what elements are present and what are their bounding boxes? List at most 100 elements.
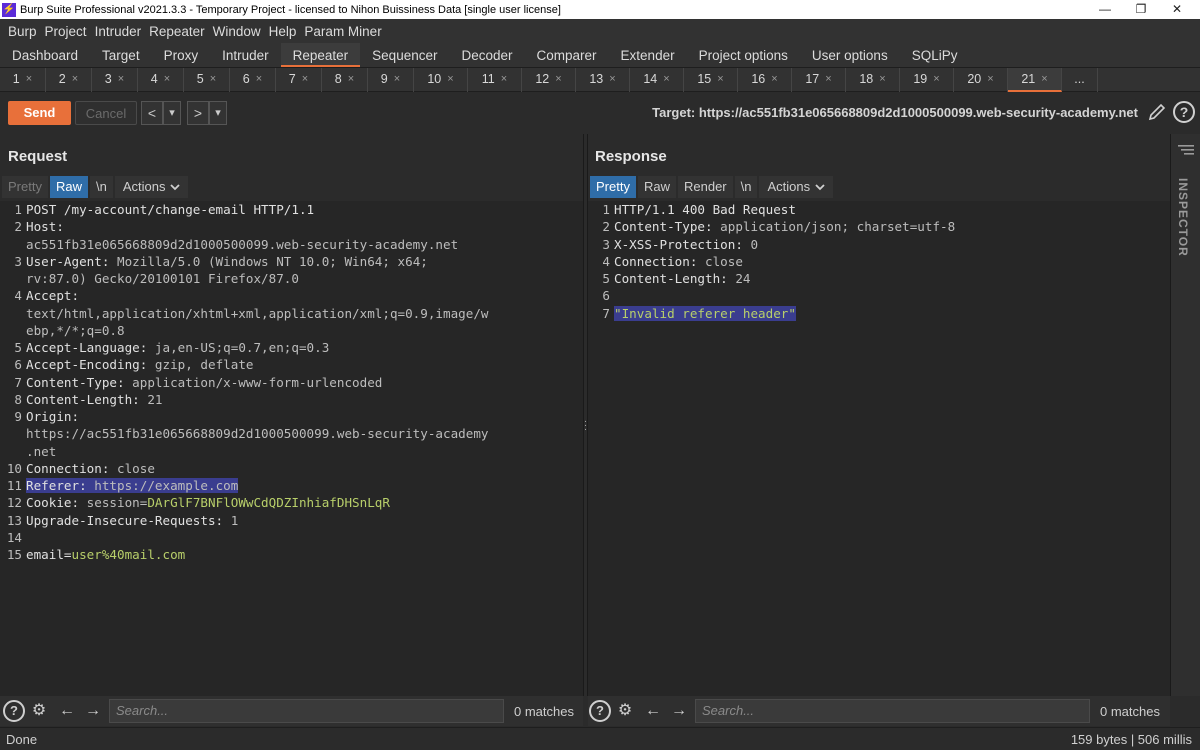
request-search-settings-gear-icon[interactable]: ⚙ bbox=[28, 700, 50, 722]
response-search-previous-arrow-icon[interactable]: ← bbox=[642, 700, 664, 722]
tab-close-icon[interactable]: × bbox=[164, 68, 170, 92]
tab-comparer[interactable]: Comparer bbox=[525, 43, 609, 67]
tab-close-icon[interactable]: × bbox=[717, 68, 723, 92]
response-search-settings-gear-icon[interactable]: ⚙ bbox=[614, 700, 636, 722]
tab-close-icon[interactable]: × bbox=[118, 68, 124, 92]
repeater-tab-8[interactable]: 8 × bbox=[322, 68, 368, 92]
request-search-help-icon[interactable]: ? bbox=[3, 700, 25, 722]
response-tab-pretty[interactable]: Pretty bbox=[590, 176, 636, 198]
repeater-tab-2[interactable]: 2 × bbox=[46, 68, 92, 92]
repeater-tab-3[interactable]: 3 × bbox=[92, 68, 138, 92]
repeater-tab-16[interactable]: 16 × bbox=[738, 68, 792, 92]
tab-close-icon[interactable]: × bbox=[394, 68, 400, 92]
tab-close-icon[interactable]: × bbox=[609, 68, 615, 92]
tab-dashboard[interactable]: Dashboard bbox=[0, 43, 90, 67]
tab-close-icon[interactable]: × bbox=[447, 68, 453, 92]
close-window-button[interactable]: ✕ bbox=[1162, 0, 1192, 19]
menu-item-window[interactable]: Window bbox=[209, 24, 265, 39]
tab-close-icon[interactable]: × bbox=[933, 68, 939, 92]
maximize-button[interactable]: ❐ bbox=[1126, 0, 1156, 19]
code-token: Host: bbox=[26, 219, 64, 235]
send-button[interactable]: Send bbox=[8, 101, 71, 125]
cancel-button[interactable]: Cancel bbox=[75, 101, 137, 125]
response-search-next-arrow-icon[interactable]: → bbox=[668, 700, 690, 722]
response-tab-raw[interactable]: Raw bbox=[637, 176, 676, 198]
help-icon[interactable]: ? bbox=[1173, 101, 1195, 123]
tab-proxy[interactable]: Proxy bbox=[152, 43, 211, 67]
repeater-tab-9[interactable]: 9 × bbox=[368, 68, 414, 92]
tab-decoder[interactable]: Decoder bbox=[449, 43, 524, 67]
tab-close-icon[interactable]: × bbox=[987, 68, 993, 92]
tab-intruder[interactable]: Intruder bbox=[210, 43, 281, 67]
tab-close-icon[interactable]: × bbox=[256, 68, 262, 92]
request-search-next-arrow-icon[interactable]: → bbox=[82, 700, 104, 722]
tab-target[interactable]: Target bbox=[90, 43, 152, 67]
code-token: close bbox=[109, 460, 155, 476]
back-history-dropdown[interactable]: ▾ bbox=[163, 101, 181, 125]
request-search-previous-arrow-icon[interactable]: ← bbox=[56, 700, 78, 722]
minimize-button[interactable]: — bbox=[1090, 0, 1120, 19]
repeater-tab-14[interactable]: 14 × bbox=[630, 68, 684, 92]
tab-sqlipy[interactable]: SQLiPy bbox=[900, 43, 970, 67]
tab-close-icon[interactable]: × bbox=[555, 68, 561, 92]
tab-close-icon[interactable]: × bbox=[663, 68, 669, 92]
repeater-tab-13[interactable]: 13 × bbox=[576, 68, 630, 92]
tab-close-icon[interactable]: × bbox=[26, 68, 32, 92]
response-editor[interactable]: 1 HTTP/1.1 400 Bad Request 2 Content-Type: … bbox=[588, 201, 1170, 696]
menu-item-param-miner[interactable]: Param Miner bbox=[300, 24, 385, 39]
repeater-tab-5[interactable]: 5 × bbox=[184, 68, 230, 92]
repeater-tab-11[interactable]: 11 × bbox=[468, 68, 522, 92]
repeater-tab-19[interactable]: 19 × bbox=[900, 68, 954, 92]
menu-item-repeater[interactable]: Repeater bbox=[145, 24, 209, 39]
tab-close-icon[interactable]: × bbox=[1041, 68, 1047, 90]
request-editor[interactable]: 1 POST /my-account/change-email HTTP/1.1 2… bbox=[0, 201, 583, 696]
repeater-tab-6[interactable]: 6 × bbox=[230, 68, 276, 92]
tab-user-options[interactable]: User options bbox=[800, 43, 900, 67]
line-code: https://ac551fb31e065668809d2d1000500099… bbox=[26, 425, 489, 442]
tab-close-icon[interactable]: × bbox=[771, 68, 777, 92]
response-actions-dropdown[interactable]: Actions bbox=[759, 176, 834, 198]
request-tab-raw[interactable]: Raw bbox=[49, 176, 88, 198]
inspector-label[interactable]: INSPECTOR bbox=[1176, 178, 1190, 257]
tab-close-icon[interactable]: × bbox=[210, 68, 216, 92]
repeater-more-tabs[interactable]: ... bbox=[1062, 68, 1098, 92]
repeater-tab-20[interactable]: 20 × bbox=[954, 68, 1008, 92]
repeater-tab-7[interactable]: 7 × bbox=[276, 68, 322, 92]
tab-close-icon[interactable]: × bbox=[879, 68, 885, 92]
repeater-tab-12[interactable]: 12 × bbox=[522, 68, 576, 92]
request-tab-pretty[interactable]: Pretty bbox=[2, 176, 48, 198]
repeater-tab-15[interactable]: 15 × bbox=[684, 68, 738, 92]
tab-close-icon[interactable]: × bbox=[501, 68, 507, 92]
edit-target-pencil-icon[interactable] bbox=[1146, 101, 1168, 123]
request-tab-newline[interactable]: \n bbox=[89, 176, 113, 198]
forward-history-dropdown[interactable]: ▾ bbox=[209, 101, 227, 125]
forward-button[interactable]: > bbox=[187, 101, 209, 125]
tab-repeater[interactable]: Repeater bbox=[280, 43, 361, 67]
tab-close-icon[interactable]: × bbox=[348, 68, 354, 92]
repeater-tab-4[interactable]: 4 × bbox=[138, 68, 184, 92]
repeater-tab-18[interactable]: 18 × bbox=[846, 68, 900, 92]
response-tab-render[interactable]: Render bbox=[677, 176, 733, 198]
menu-item-burp[interactable]: Burp bbox=[4, 24, 41, 39]
repeater-tab-17[interactable]: 17 × bbox=[792, 68, 846, 92]
back-button[interactable]: < bbox=[141, 101, 163, 125]
menu-item-project[interactable]: Project bbox=[41, 24, 91, 39]
response-search-input[interactable]: Search... bbox=[695, 699, 1090, 723]
repeater-tab-1[interactable]: 1 × bbox=[0, 68, 46, 92]
tab-close-icon[interactable]: × bbox=[825, 68, 831, 92]
response-tab-newline[interactable]: \n bbox=[734, 176, 758, 198]
request-actions-dropdown[interactable]: Actions bbox=[114, 176, 189, 198]
repeater-tab-21[interactable]: 21 × bbox=[1008, 68, 1062, 92]
response-search-help-icon[interactable]: ? bbox=[589, 700, 611, 722]
request-search-input[interactable]: Search... bbox=[109, 699, 504, 723]
menu-item-help[interactable]: Help bbox=[265, 24, 301, 39]
tab-project-options[interactable]: Project options bbox=[687, 43, 800, 67]
repeater-tab-10[interactable]: 10 × bbox=[414, 68, 468, 92]
tab-close-icon[interactable]: × bbox=[72, 68, 78, 92]
inspector-menu-icon[interactable] bbox=[1178, 144, 1194, 156]
tab-extender[interactable]: Extender bbox=[609, 43, 687, 67]
menu-item-intruder[interactable]: Intruder bbox=[91, 24, 146, 39]
tab-close-icon[interactable]: × bbox=[302, 68, 308, 92]
response-view-tabs: Pretty Raw Render \n Actions bbox=[590, 176, 834, 198]
tab-sequencer[interactable]: Sequencer bbox=[360, 43, 449, 67]
